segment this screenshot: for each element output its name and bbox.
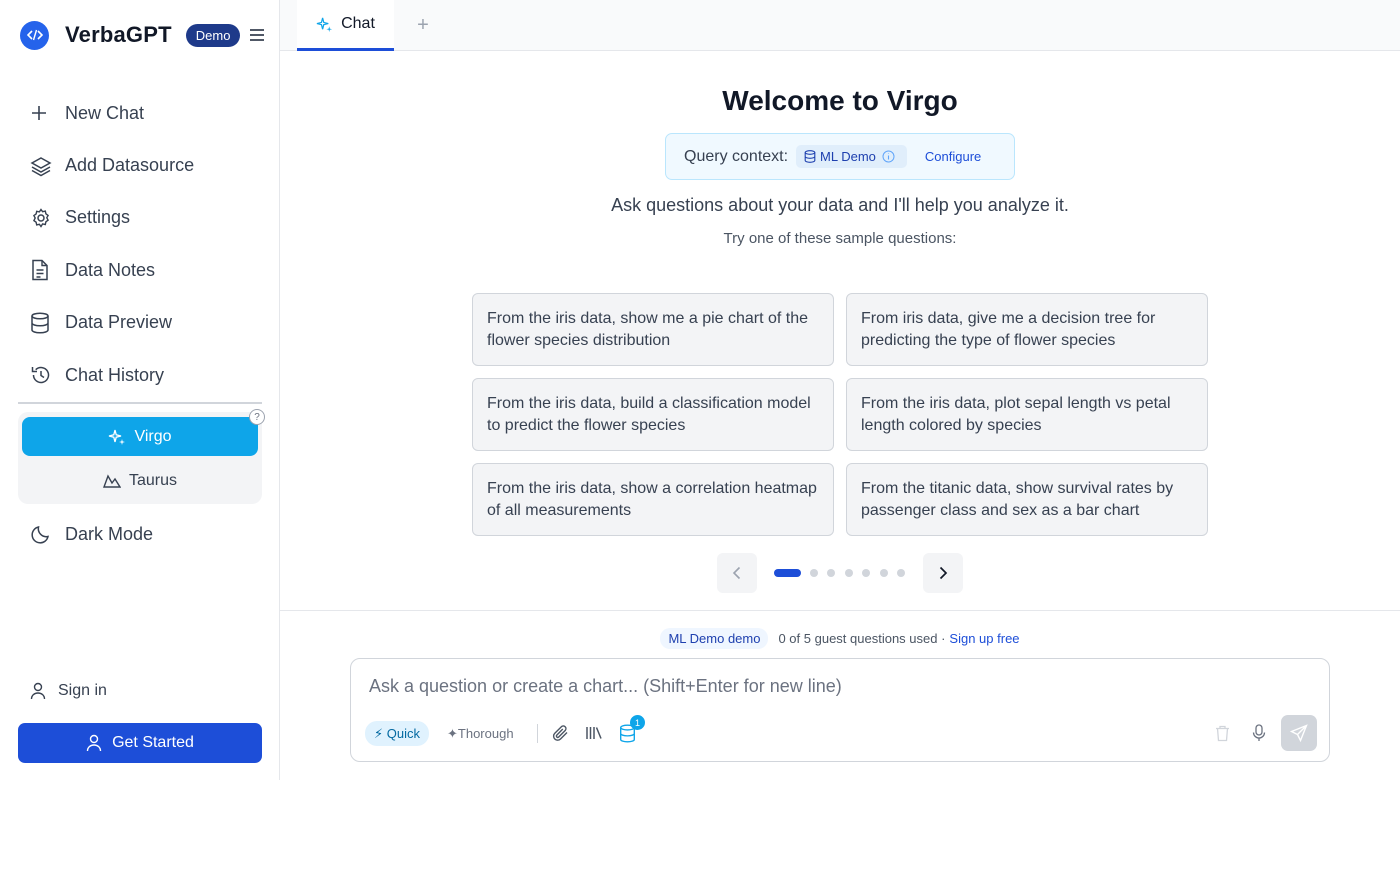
brand: VerbaGPT Demo (20, 20, 266, 50)
subtitle: Ask questions about your data and I'll h… (611, 195, 1069, 215)
menu-icon[interactable] (248, 26, 266, 44)
attach-icon[interactable] (550, 722, 572, 744)
sign-up-link[interactable]: Sign up free (949, 631, 1019, 646)
sample-prompt-label: Try one of these sample questions: (723, 230, 957, 247)
chevron-left-icon (732, 566, 741, 580)
code-logo-icon (20, 20, 49, 50)
dark-mode-toggle[interactable]: Dark Mode (22, 508, 262, 560)
sample-question-card[interactable]: From the iris data, plot sepal length vs… (846, 378, 1208, 451)
page-dot[interactable] (845, 569, 853, 577)
chat-composer: ⚡ Quick ✦Thorough 1 (350, 658, 1330, 762)
agent-virgo-button[interactable]: Virgo (22, 417, 258, 456)
agent-label: Taurus (128, 471, 178, 489)
get-started-label: Get Started (112, 734, 194, 751)
datasource-name: ML Demo (820, 149, 876, 164)
sidebar-item-label: Chat History (65, 364, 165, 385)
help-icon[interactable]: ? (249, 409, 265, 425)
page-dot[interactable] (827, 569, 835, 577)
query-context: Query context: ML Demo Configure (665, 133, 1015, 180)
mountain-icon (102, 473, 121, 488)
usage-status: ML Demo demo 0 of 5 guest questions used… (280, 628, 1400, 649)
user-icon (30, 682, 46, 700)
mode-thorough-toggle[interactable]: ✦Thorough (447, 721, 514, 746)
toolbar-separator (537, 724, 538, 743)
demo-badge: Demo (185, 23, 241, 47)
datasource-chip[interactable]: ML Demo (796, 145, 907, 168)
document-icon (22, 258, 62, 282)
brand-name: VerbaGPT (65, 22, 172, 47)
chevron-right-icon (939, 566, 948, 580)
sidebar-item-label: New Chat (65, 102, 145, 123)
query-context-label: Query context: (684, 147, 789, 165)
sample-question-card[interactable]: From the iris data, build a classificati… (472, 378, 834, 451)
page-dot[interactable] (880, 569, 888, 577)
demo-datasource-pill: ML Demo demo (660, 628, 769, 649)
plus-icon (22, 101, 62, 125)
sidebar-item-data-notes[interactable]: Data Notes (22, 244, 262, 296)
sign-in-link[interactable]: Sign in (30, 682, 107, 700)
send-button[interactable] (1281, 715, 1317, 751)
sidebar: VerbaGPT Demo New Chat Add Datasource Se… (0, 0, 280, 780)
agent-selector: Virgo Taurus (18, 412, 262, 504)
page-dot[interactable] (810, 569, 818, 577)
sidebar-item-new-chat[interactable]: New Chat (22, 87, 262, 139)
sample-question-card[interactable]: From the iris data, show me a pie chart … (472, 293, 834, 366)
send-icon (1290, 724, 1308, 742)
sample-question-card[interactable]: From the iris data, show a correlation h… (472, 463, 834, 536)
sidebar-nav: New Chat Add Datasource Settings Data No… (22, 87, 262, 401)
get-started-button[interactable]: Get Started (18, 723, 262, 763)
page-dot[interactable] (774, 569, 801, 577)
sign-in-label: Sign in (58, 682, 107, 699)
chat-input[interactable] (369, 671, 1269, 701)
sidebar-item-settings[interactable]: Settings (22, 192, 262, 244)
sidebar-item-label: Data Preview (65, 312, 173, 333)
datasource-count-badge: 1 (630, 715, 645, 730)
tab-chat[interactable]: Chat (297, 0, 394, 51)
dark-mode-label: Dark Mode (65, 523, 154, 544)
library-icon[interactable] (583, 722, 605, 744)
page-title: Welcome to Virgo (722, 85, 958, 116)
tab-bar: Chat + (280, 0, 1400, 51)
configure-link[interactable]: Configure (925, 149, 981, 164)
database-icon (22, 311, 62, 335)
add-tab-button[interactable]: + (413, 14, 433, 36)
mode-quick-toggle[interactable]: ⚡ Quick (365, 721, 429, 746)
sidebar-item-label: Settings (65, 207, 131, 228)
sidebar-item-add-datasource[interactable]: Add Datasource (22, 139, 262, 191)
agent-label: Virgo (134, 427, 172, 445)
tab-label: Chat (341, 15, 375, 32)
agent-taurus-button[interactable]: Taurus (22, 461, 258, 500)
prev-page-button[interactable] (717, 553, 757, 593)
sidebar-item-chat-history[interactable]: Chat History (22, 349, 262, 401)
sample-question-card[interactable]: From the titanic data, show survival rat… (846, 463, 1208, 536)
page-dot[interactable] (862, 569, 870, 577)
info-icon (882, 150, 895, 163)
page-dot[interactable] (897, 569, 905, 577)
sidebar-item-label: Data Notes (65, 259, 156, 280)
trash-icon[interactable] (1211, 722, 1233, 744)
microphone-icon[interactable] (1248, 722, 1270, 744)
sidebar-item-data-preview[interactable]: Data Preview (22, 297, 262, 349)
sparkle-icon (109, 429, 126, 445)
layers-icon (22, 154, 62, 178)
sample-question-card[interactable]: From iris data, give me a decision tree … (846, 293, 1208, 366)
user-icon (86, 734, 102, 752)
database-icon (804, 150, 816, 163)
moon-icon (22, 522, 62, 546)
sparkle-icon (316, 17, 333, 32)
gear-icon (22, 206, 62, 230)
history-icon (22, 363, 62, 387)
sidebar-divider (18, 402, 262, 404)
next-page-button[interactable] (923, 553, 963, 593)
sample-pager (717, 553, 963, 593)
sidebar-item-label: Add Datasource (65, 155, 195, 176)
usage-text: 0 of 5 guest questions used · (778, 631, 946, 646)
